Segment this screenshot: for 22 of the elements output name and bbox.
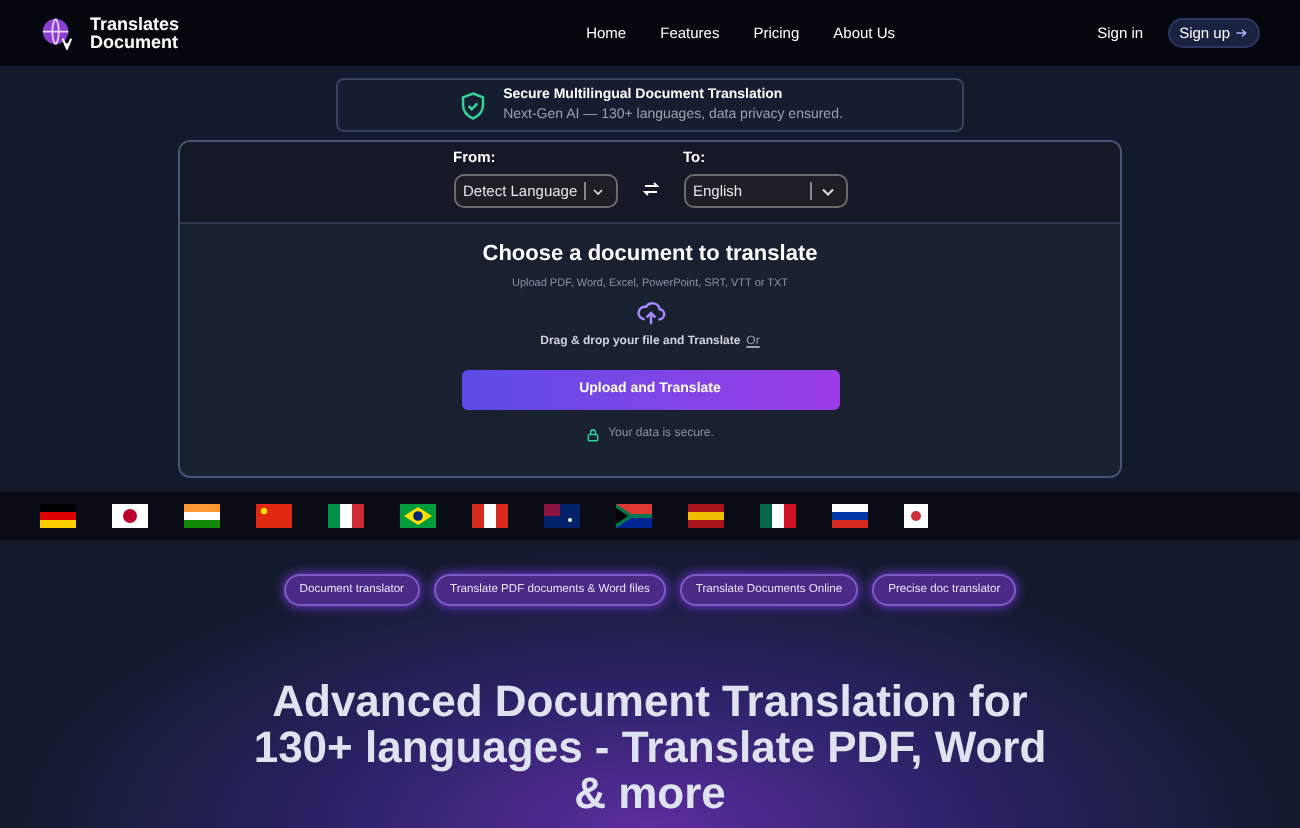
lock-icon (586, 428, 601, 443)
flag-icon (904, 504, 928, 528)
cloud-upload-icon[interactable] (633, 298, 667, 329)
flag-icon (256, 504, 292, 528)
flag-icon (328, 504, 364, 528)
flag-icon (616, 504, 652, 528)
flag-icon (760, 504, 796, 528)
flag-icon (184, 504, 220, 528)
shield-check-icon (457, 89, 488, 121)
flag-icon (112, 504, 148, 528)
flag-icon (472, 504, 508, 528)
swap-icon[interactable] (641, 180, 659, 198)
upload-heading: Choose a document to translate (482, 242, 818, 268)
flag-icon (544, 504, 580, 528)
hero-headline: Advanced Document Translation for 130+ languages - Translate PDF, Word & more (251, 678, 1049, 816)
flag-icon (688, 504, 724, 528)
flag-icon (832, 504, 868, 528)
brand-name[interactable]: Translates Document (90, 15, 180, 51)
arrow-right-icon (1234, 26, 1248, 40)
flag-icon (40, 504, 76, 528)
flag-icon (400, 504, 436, 528)
globe-logo-icon (40, 16, 74, 50)
